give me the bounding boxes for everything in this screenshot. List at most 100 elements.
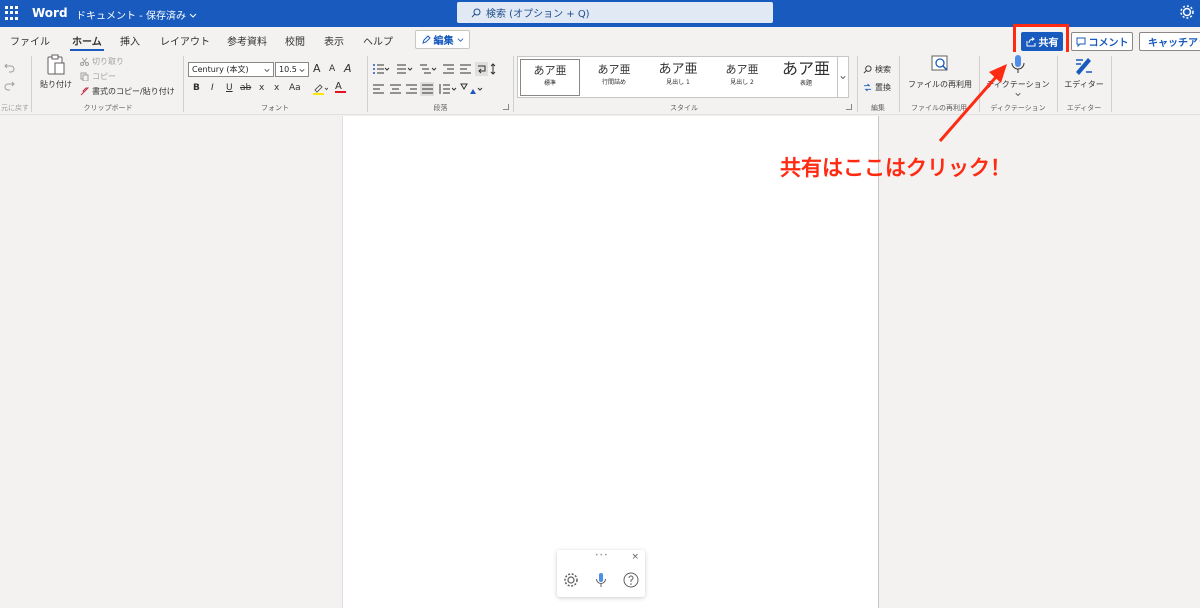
- chevron-down-icon: [299, 68, 305, 72]
- highlighter-icon[interactable]: [312, 83, 328, 95]
- paragraph-list-buttons[interactable]: [372, 62, 502, 76]
- shrink-font-button[interactable]: A: [329, 64, 335, 74]
- undo-group-label: 元に戻す: [1, 104, 29, 112]
- clear-formatting-button[interactable]: A: [344, 62, 352, 75]
- app-name[interactable]: Word: [32, 6, 68, 20]
- editor-group-label: エディター: [1066, 104, 1102, 112]
- comment-icon: [1076, 37, 1085, 47]
- scissors-icon: [80, 57, 89, 66]
- document-name-label: ドキュメント - 保存済み: [76, 11, 186, 22]
- grow-font-button[interactable]: A: [313, 62, 321, 75]
- clipboard-group-label: クリップボード: [83, 104, 133, 112]
- italic-button[interactable]: I: [211, 83, 214, 93]
- search-icon: [863, 65, 872, 74]
- gear-icon[interactable]: [1180, 5, 1194, 19]
- redo-icon[interactable]: [4, 80, 15, 91]
- paste-icon: [47, 54, 65, 75]
- gear-icon[interactable]: [563, 572, 579, 588]
- style-no-spacing[interactable]: あア亜 行間詰め: [584, 59, 644, 96]
- strikethrough-button[interactable]: ab: [240, 83, 251, 93]
- style-heading-1[interactable]: あア亜 見出し 1: [648, 59, 708, 96]
- cut-label: 切り取り: [92, 57, 124, 66]
- cut-button[interactable]: 切り取り: [80, 56, 124, 67]
- style-name: 見出し 1: [666, 79, 690, 86]
- replace-icon: [863, 83, 872, 92]
- style-sample: あア亜: [597, 63, 631, 76]
- subscript-button[interactable]: x: [259, 83, 264, 93]
- font-name-select[interactable]: Century (本文): [188, 62, 274, 77]
- editor-label: エディター: [1064, 80, 1104, 89]
- close-button[interactable]: ×: [631, 552, 639, 562]
- format-painter-label: 書式のコピー/貼り付け: [92, 87, 175, 96]
- tab-layout[interactable]: レイアウト: [160, 33, 210, 48]
- tab-help[interactable]: ヘルプ: [363, 33, 393, 48]
- format-painter-button[interactable]: 書式のコピー/貼り付け: [80, 86, 175, 97]
- copy-icon: [80, 72, 89, 81]
- editing-group-label: 編集: [871, 104, 885, 112]
- tab-references[interactable]: 参考資料: [227, 33, 267, 48]
- microphone-icon[interactable]: [593, 572, 609, 588]
- copy-button[interactable]: コピー: [80, 71, 116, 82]
- paste-button[interactable]: 貼り付け: [38, 54, 74, 90]
- reuse-file-button[interactable]: ファイルの再利用: [903, 54, 977, 90]
- style-sample: あア亜: [725, 63, 759, 76]
- comment-button[interactable]: コメント: [1071, 32, 1133, 51]
- bold-button[interactable]: B: [193, 83, 200, 93]
- editing-mode-label: 編集: [433, 36, 454, 47]
- help-icon[interactable]: [623, 572, 639, 588]
- undo-icon[interactable]: [4, 62, 15, 73]
- document-name[interactable]: ドキュメント - 保存済み: [76, 7, 197, 22]
- title-bar: Word ドキュメント - 保存済み 検索 (オプション + Q): [0, 0, 1200, 27]
- chevron-down-icon: [840, 75, 846, 80]
- style-sample: あア亜: [533, 64, 567, 77]
- tab-view[interactable]: 表示: [324, 33, 344, 48]
- font-name-value: Century (本文): [192, 65, 249, 74]
- font-color-letter: A: [335, 81, 342, 92]
- copy-label: コピー: [92, 72, 116, 81]
- paragraph-align-buttons[interactable]: [372, 82, 502, 96]
- search-input[interactable]: 検索 (オプション + Q): [457, 2, 773, 23]
- font-size-value: 10.5: [279, 65, 297, 74]
- tab-review[interactable]: 校閲: [285, 33, 305, 48]
- font-color-button[interactable]: A: [335, 81, 346, 93]
- style-name: 標準: [543, 80, 556, 87]
- ribbon-home: 元に戻す 貼り付け 切り取り コピー 書式のコピー/貼り付け クリップボード C…: [0, 52, 1200, 115]
- drag-handle[interactable]: •••: [595, 552, 609, 559]
- document-page[interactable]: [342, 116, 879, 608]
- paragraph-launcher-icon[interactable]: [503, 104, 509, 110]
- styles-more-button[interactable]: [838, 56, 849, 98]
- comment-label: コメント: [1088, 38, 1129, 49]
- style-heading-2[interactable]: あア亜 見出し 2: [712, 59, 772, 96]
- annotation-text: 共有はここはクリック！: [780, 156, 1011, 180]
- paste-label: 貼り付け: [40, 80, 72, 89]
- superscript-button[interactable]: x: [274, 83, 279, 93]
- style-sample: あア亜: [658, 62, 698, 77]
- ribbon-divider: [31, 56, 32, 112]
- pencil-icon: [421, 35, 431, 44]
- replace-button[interactable]: 置換: [863, 82, 891, 93]
- catchup-button[interactable]: キャッチアップ: [1139, 32, 1200, 51]
- tab-home[interactable]: ホーム: [70, 33, 104, 51]
- editor-button[interactable]: エディター: [1061, 54, 1107, 90]
- paragraph-group-label: 段落: [433, 104, 448, 112]
- reuse-group-label: ファイルの再利用: [911, 104, 967, 112]
- font-size-select[interactable]: 10.5: [275, 62, 309, 77]
- editing-mode-button[interactable]: 編集: [415, 30, 470, 49]
- replace-label: 置換: [875, 83, 891, 92]
- tab-file[interactable]: ファイル: [10, 33, 50, 48]
- chevron-down-icon: [457, 38, 463, 42]
- style-name: 見出し 2: [730, 79, 754, 86]
- dictation-group-label: ディクテーション: [990, 104, 1046, 112]
- chevron-down-icon: [264, 68, 270, 72]
- app-launcher-icon[interactable]: [5, 6, 19, 20]
- underline-button[interactable]: U: [226, 83, 233, 93]
- style-title[interactable]: あア亜 表題: [776, 59, 836, 96]
- styles-launcher-icon[interactable]: [846, 104, 852, 110]
- tab-insert[interactable]: 挿入: [120, 33, 140, 48]
- style-normal[interactable]: あア亜 標準: [520, 59, 580, 96]
- dictate-button[interactable]: ディクテーション: [984, 54, 1052, 100]
- microphone-icon: [1011, 55, 1025, 73]
- find-button[interactable]: 検索: [863, 64, 891, 75]
- change-case-button[interactable]: Aa: [289, 83, 301, 93]
- styles-gallery[interactable]: あア亜 標準 あア亜 行間詰め あア亜 見出し 1 あア亜 見出し 2 あア亜 …: [517, 56, 838, 98]
